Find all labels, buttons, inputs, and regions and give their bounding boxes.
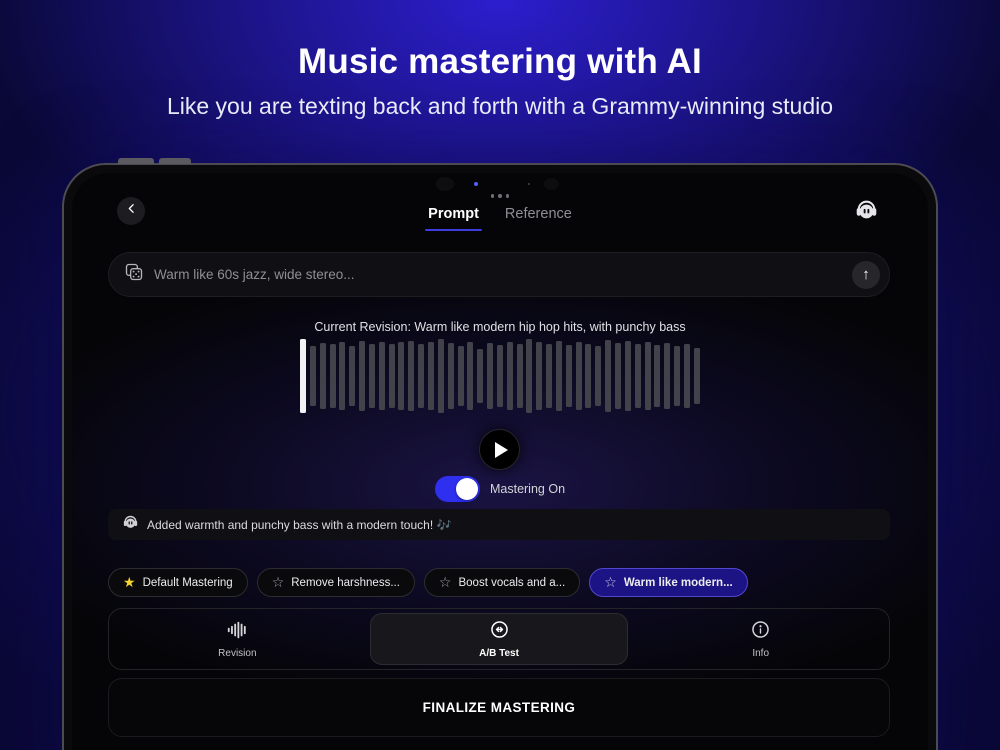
multitask-dots-indicator[interactable] (72, 194, 928, 198)
waveform-bar (585, 344, 591, 409)
volume-down-button (159, 158, 191, 164)
waveform-bar (448, 343, 454, 409)
waveform-bar (418, 344, 424, 409)
waveform-bar (428, 342, 434, 411)
tab-prompt[interactable]: Prompt (428, 206, 479, 231)
preset-chip-label: Boost vocals and a... (458, 577, 565, 589)
preset-chip-row: ★ Default Mastering ☆ Remove harshness..… (108, 568, 748, 597)
dice-icon[interactable] (124, 262, 144, 287)
toolbar-label: Revision (218, 648, 256, 659)
waveform-bar (359, 341, 365, 411)
preset-chip-boost-vocals[interactable]: ☆ Boost vocals and a... (424, 568, 580, 597)
waveform-bar (645, 342, 651, 410)
waveform-bar (526, 339, 532, 412)
waveform-bar (615, 343, 621, 409)
finalize-mastering-button[interactable]: FINALIZE MASTERING (108, 678, 890, 737)
waveform-bar (507, 342, 513, 411)
waveform-bar (389, 344, 395, 407)
arrow-up-icon: ↑ (862, 266, 870, 283)
finalize-label: FINALIZE MASTERING (423, 700, 576, 715)
waveform-bar (458, 346, 464, 406)
play-icon (495, 442, 508, 458)
toolbar-info-button[interactable]: Info (632, 609, 889, 669)
toolbar-label: A/B Test (479, 648, 519, 659)
waveform-bar (536, 342, 542, 410)
ab-compare-icon (489, 619, 510, 643)
send-button[interactable]: ↑ (852, 261, 880, 289)
waveform-bar (625, 341, 631, 410)
waveform-bar (369, 344, 375, 409)
camera-sensor-dot (528, 183, 530, 185)
waveform-bar (517, 344, 523, 409)
waveform-bar (487, 343, 493, 409)
waveform-bar (546, 344, 552, 409)
preset-chip-warm-like-modern[interactable]: ☆ Warm like modern... (589, 568, 747, 597)
waveform-bar (467, 342, 473, 410)
waveform-bar (684, 344, 690, 409)
camera-lens (544, 178, 559, 190)
preset-chip-default-mastering[interactable]: ★ Default Mastering (108, 568, 248, 597)
mastering-toggle[interactable] (435, 476, 480, 502)
assistant-avatar[interactable] (854, 198, 879, 223)
waveform-bar (438, 339, 444, 412)
info-icon (750, 619, 771, 643)
assistant-message: Added warmth and punchy bass with a mode… (108, 509, 890, 540)
toolbar-revision-button[interactable]: Revision (109, 609, 366, 669)
star-outline-icon: ☆ (439, 574, 452, 591)
waveform-icon (226, 620, 248, 643)
star-filled-icon: ★ (123, 574, 136, 591)
tablet-mockup: Prompt Reference (62, 163, 938, 750)
waveform-bar (694, 348, 700, 405)
waveform-bar (408, 341, 414, 412)
waveform-bar (398, 342, 404, 409)
waveform-bar (556, 341, 562, 411)
waveform-bar (320, 343, 326, 409)
mastering-toggle-label: Mastering On (490, 482, 565, 496)
volume-up-button (118, 158, 154, 164)
current-revision-caption: Current Revision: Warm like modern hip h… (72, 320, 928, 334)
waveform-bar (576, 342, 582, 410)
play-button[interactable] (479, 429, 520, 470)
waveform-bar (664, 343, 670, 409)
waveform-bar (477, 349, 483, 404)
robot-headphones-icon (122, 514, 139, 536)
waveform-bar (566, 345, 572, 407)
waveform-bar (674, 346, 680, 406)
star-outline-icon: ☆ (272, 574, 285, 591)
waveform-bar (310, 346, 316, 407)
toggle-knob (456, 478, 478, 500)
waveform-bar (330, 344, 336, 407)
waveform-bar (595, 346, 601, 406)
toolbar-label: Info (752, 648, 769, 659)
toolbar-ab-test-button[interactable]: A/B Test (370, 613, 629, 665)
camera-indicator-dot (474, 182, 478, 186)
robot-headphones-icon (854, 210, 879, 227)
waveform-bar (635, 344, 641, 407)
prompt-text-input[interactable] (154, 267, 852, 282)
preset-chip-label: Warm like modern... (624, 577, 733, 589)
waveform-bar (379, 342, 385, 410)
waveform-bar (605, 340, 611, 413)
waveform-bar (349, 346, 355, 406)
page-title: Music mastering with AI (0, 42, 1000, 82)
preset-chip-label: Remove harshness... (291, 577, 400, 589)
waveform[interactable] (300, 337, 700, 415)
bottom-toolbar: Revision A/B Test (108, 608, 890, 670)
camera-lens (436, 177, 454, 191)
page-subtitle: Like you are texting back and forth with… (0, 93, 1000, 120)
waveform-bar (654, 345, 660, 407)
waveform-bar (497, 345, 503, 407)
star-outline-icon: ☆ (604, 574, 617, 591)
assistant-message-text: Added warmth and punchy bass with a mode… (147, 518, 451, 532)
mastering-toggle-row: Mastering On (72, 476, 928, 502)
preset-chip-label: Default Mastering (143, 577, 233, 589)
app-screen: Prompt Reference (72, 173, 928, 750)
prompt-input-bar: ↑ (108, 252, 890, 297)
tab-bar: Prompt Reference (72, 206, 928, 231)
preset-chip-remove-harshness[interactable]: ☆ Remove harshness... (257, 568, 415, 597)
waveform-bar (339, 342, 345, 411)
tab-reference[interactable]: Reference (505, 206, 572, 231)
waveform-progress-bar (300, 339, 306, 413)
